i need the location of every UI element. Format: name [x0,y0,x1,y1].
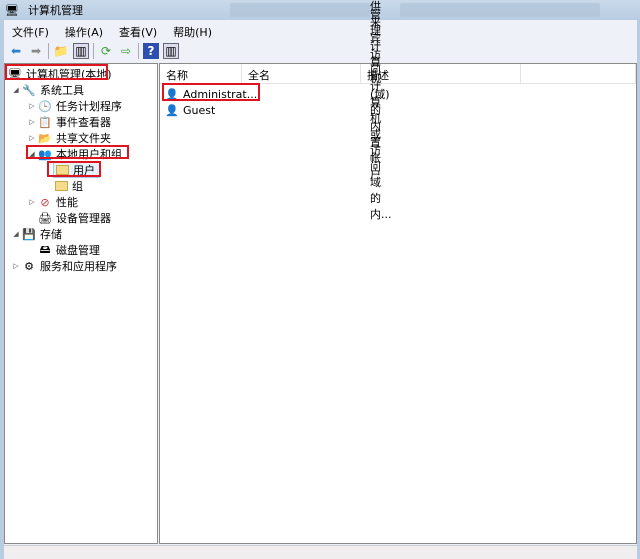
menu-bar: 文件(F) 操作(A) 查看(V) 帮助(H) [4,22,220,40]
tree-shared-folders[interactable]: ▷ 📂 共享文件夹 [27,130,111,146]
tree-disk-management[interactable]: 🖴 磁盘管理 [37,242,100,258]
tree-performance[interactable]: ▷ ⊘ 性能 [27,194,78,210]
list-header: 名称 全名 描述 [160,64,636,84]
expand-icon[interactable]: ▷ [11,262,21,270]
expand-icon[interactable]: ▷ [27,118,37,126]
expand-icon[interactable]: ▷ [27,134,37,142]
export-list-icon[interactable]: ⇨ [118,43,134,59]
event-log-icon: 📋 [38,115,52,129]
device-manager-icon: 🖨 [38,211,52,225]
expand-icon[interactable]: ▷ [27,198,37,206]
clock-icon: 🕒 [38,99,52,113]
shared-folder-icon: 📂 [38,131,52,145]
guest-user-icon: 👤 [165,103,179,117]
toolbar-separator [138,43,139,59]
menu-help[interactable]: 帮助(H) [165,22,220,40]
tree-task-scheduler[interactable]: ▷ 🕒 任务计划程序 [27,98,122,114]
tree-device-manager[interactable]: 🖨 设备管理器 [37,210,111,226]
tree-system-tools[interactable]: ◢ 🔧 系统工具 [11,82,84,98]
table-row[interactable]: 👤 Guest 供来宾访问计算机或访问域的内... [164,0,391,221]
toolbar-separator [93,43,94,59]
help-icon[interactable]: ? [143,43,159,59]
tree-services-apps[interactable]: ▷ ⚙ 服务和应用程序 [11,258,117,274]
column-header-name[interactable]: 名称 [160,64,242,84]
show-hide-action-pane-icon[interactable]: ▥ [163,43,179,59]
expand-icon[interactable]: ▷ [27,102,37,110]
toolbar: ⬅ ➡ 📁 ▥ ⟳ ⇨ ? ▥ [4,40,179,62]
show-hide-tree-icon[interactable]: ▥ [73,43,89,59]
background-tab [230,3,370,17]
tree-storage[interactable]: ◢ 💾 存储 [11,226,62,242]
tools-icon: 🔧 [22,83,36,97]
collapse-icon[interactable]: ◢ [11,86,21,94]
forward-arrow-icon[interactable]: ➡ [28,43,44,59]
performance-icon: ⊘ [40,195,50,209]
disk-icon: 🖴 [39,242,51,256]
folder-icon [53,179,69,193]
toolbar-separator [48,43,49,59]
highlight-box [5,64,108,80]
title-bar: 🖥 计算机管理 [0,0,640,20]
menu-action[interactable]: 操作(A) [57,22,111,40]
collapse-icon[interactable]: ◢ [11,230,21,238]
navigation-tree: 🖥 计算机管理(本地) ◢ 🔧 系统工具 ▷ 🕒 任务计划程序 ▷ 📋 事件查看器 ▷ 📂 共享文… [4,63,158,544]
background-tab [400,3,600,17]
services-icon: ⚙ [24,259,34,273]
highlight-box [26,145,129,159]
highlight-box [47,161,101,177]
status-bar [4,545,637,559]
column-header-empty [521,64,636,84]
user-list-pane: 名称 全名 描述 👤 Administrat... 管理计算机(域)的内置帐户 👤 G… [159,0,637,544]
highlight-box [162,83,260,101]
up-folder-icon[interactable]: 📁 [53,43,69,59]
computer-management-icon: 🖥 [5,3,19,17]
back-arrow-icon[interactable]: ⬅ [8,43,24,59]
tree-groups[interactable]: 组 [53,178,83,194]
storage-icon: 💾 [22,227,36,241]
window-title: 计算机管理 [28,4,83,17]
column-header-fullname[interactable]: 全名 [242,64,361,84]
menu-view[interactable]: 查看(V) [111,22,165,40]
menu-file[interactable]: 文件(F) [4,22,57,40]
tree-event-viewer[interactable]: ▷ 📋 事件查看器 [27,114,111,130]
refresh-icon[interactable]: ⟳ [98,43,114,59]
